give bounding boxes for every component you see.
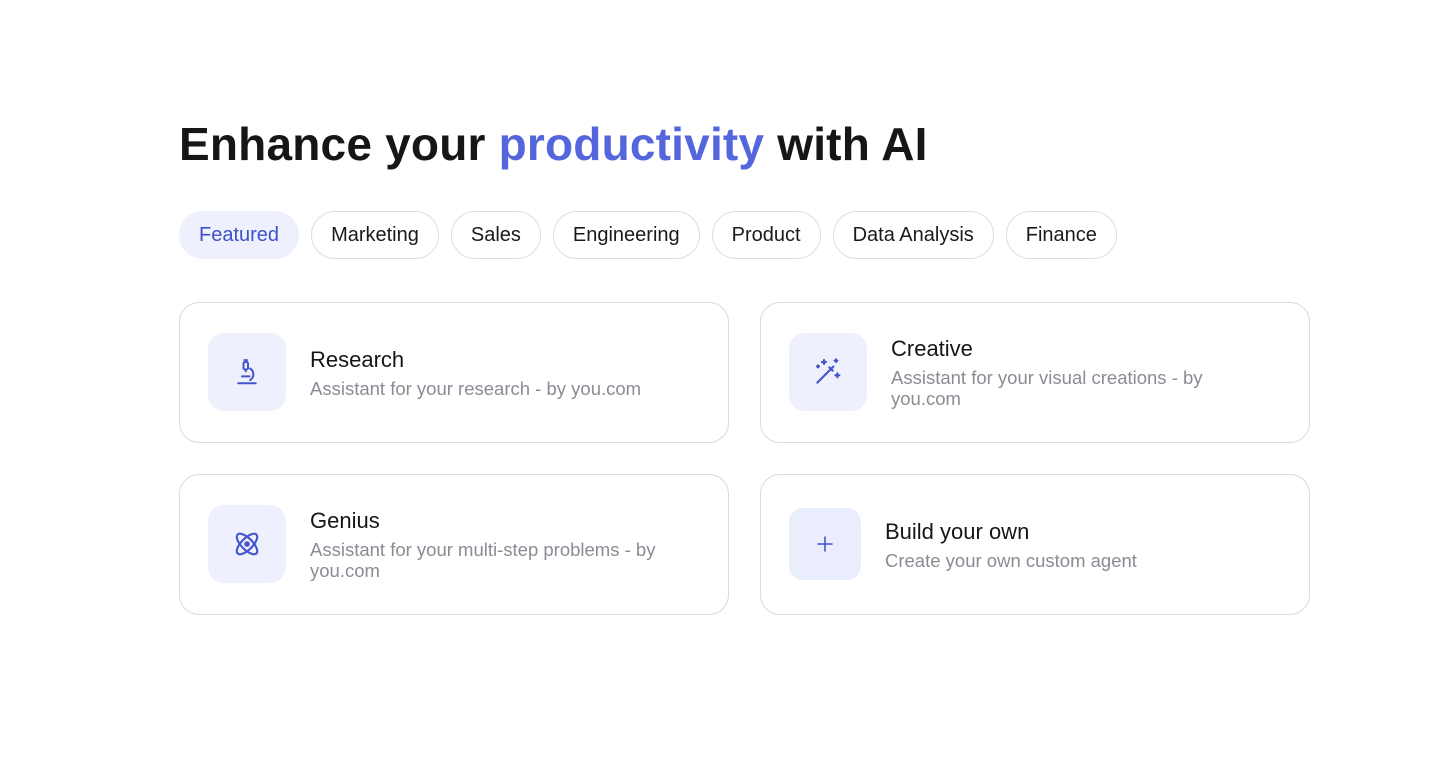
plus-icon xyxy=(817,536,833,552)
research-icon-tile xyxy=(208,333,286,411)
magic-wand-icon xyxy=(815,358,841,384)
build-your-own-text: Build your own Create your own custom ag… xyxy=(885,518,1239,571)
page-title: Enhance your productivity with AI xyxy=(179,114,928,174)
category-filters: Featured Marketing Sales Engineering Pro… xyxy=(179,211,1117,259)
agent-title: Build your own xyxy=(885,519,1030,544)
microscope-icon xyxy=(237,359,257,385)
filter-product[interactable]: Product xyxy=(711,211,821,259)
filter-featured[interactable]: Featured xyxy=(179,211,300,259)
filter-sales[interactable]: Sales xyxy=(450,211,541,259)
genius-icon-tile xyxy=(208,505,286,583)
filter-marketing[interactable]: Marketing xyxy=(311,211,439,259)
filter-data-analysis[interactable]: Data Analysis xyxy=(832,211,994,259)
agent-card-creative[interactable]: Creative Assistant for your visual creat… xyxy=(760,302,1310,443)
agent-description: Assistant for your research - by you.com xyxy=(310,378,642,399)
agent-description: Create your own custom agent xyxy=(885,550,1137,571)
agent-card-build-your-own[interactable]: Build your own Create your own custom ag… xyxy=(760,474,1310,615)
agent-description: Assistant for your multi-step problems -… xyxy=(310,539,656,581)
creative-text: Creative Assistant for your visual creat… xyxy=(891,335,1239,409)
title-accent: productivity xyxy=(498,118,765,170)
title-lead: Enhance your xyxy=(179,118,499,170)
agent-title: Genius xyxy=(310,508,380,533)
genius-text: Genius Assistant for your multi-step pro… xyxy=(310,507,658,581)
research-text: Research Assistant for your research - b… xyxy=(310,346,658,399)
page: Enhance your productivity with AI Featur… xyxy=(0,0,1456,760)
creative-icon-tile xyxy=(789,333,867,411)
atom-icon xyxy=(235,532,259,556)
agent-title: Research xyxy=(310,347,405,372)
agent-card-genius[interactable]: Genius Assistant for your multi-step pro… xyxy=(179,474,729,615)
build-icon-tile xyxy=(789,508,861,580)
agent-title: Creative xyxy=(891,336,973,361)
filter-finance[interactable]: Finance xyxy=(1005,211,1117,259)
filter-engineering[interactable]: Engineering xyxy=(552,211,700,259)
agent-card-research[interactable]: Research Assistant for your research - b… xyxy=(179,302,729,443)
agent-description: Assistant for your visual creations - by… xyxy=(891,367,1203,409)
title-trail: with AI xyxy=(764,118,928,170)
